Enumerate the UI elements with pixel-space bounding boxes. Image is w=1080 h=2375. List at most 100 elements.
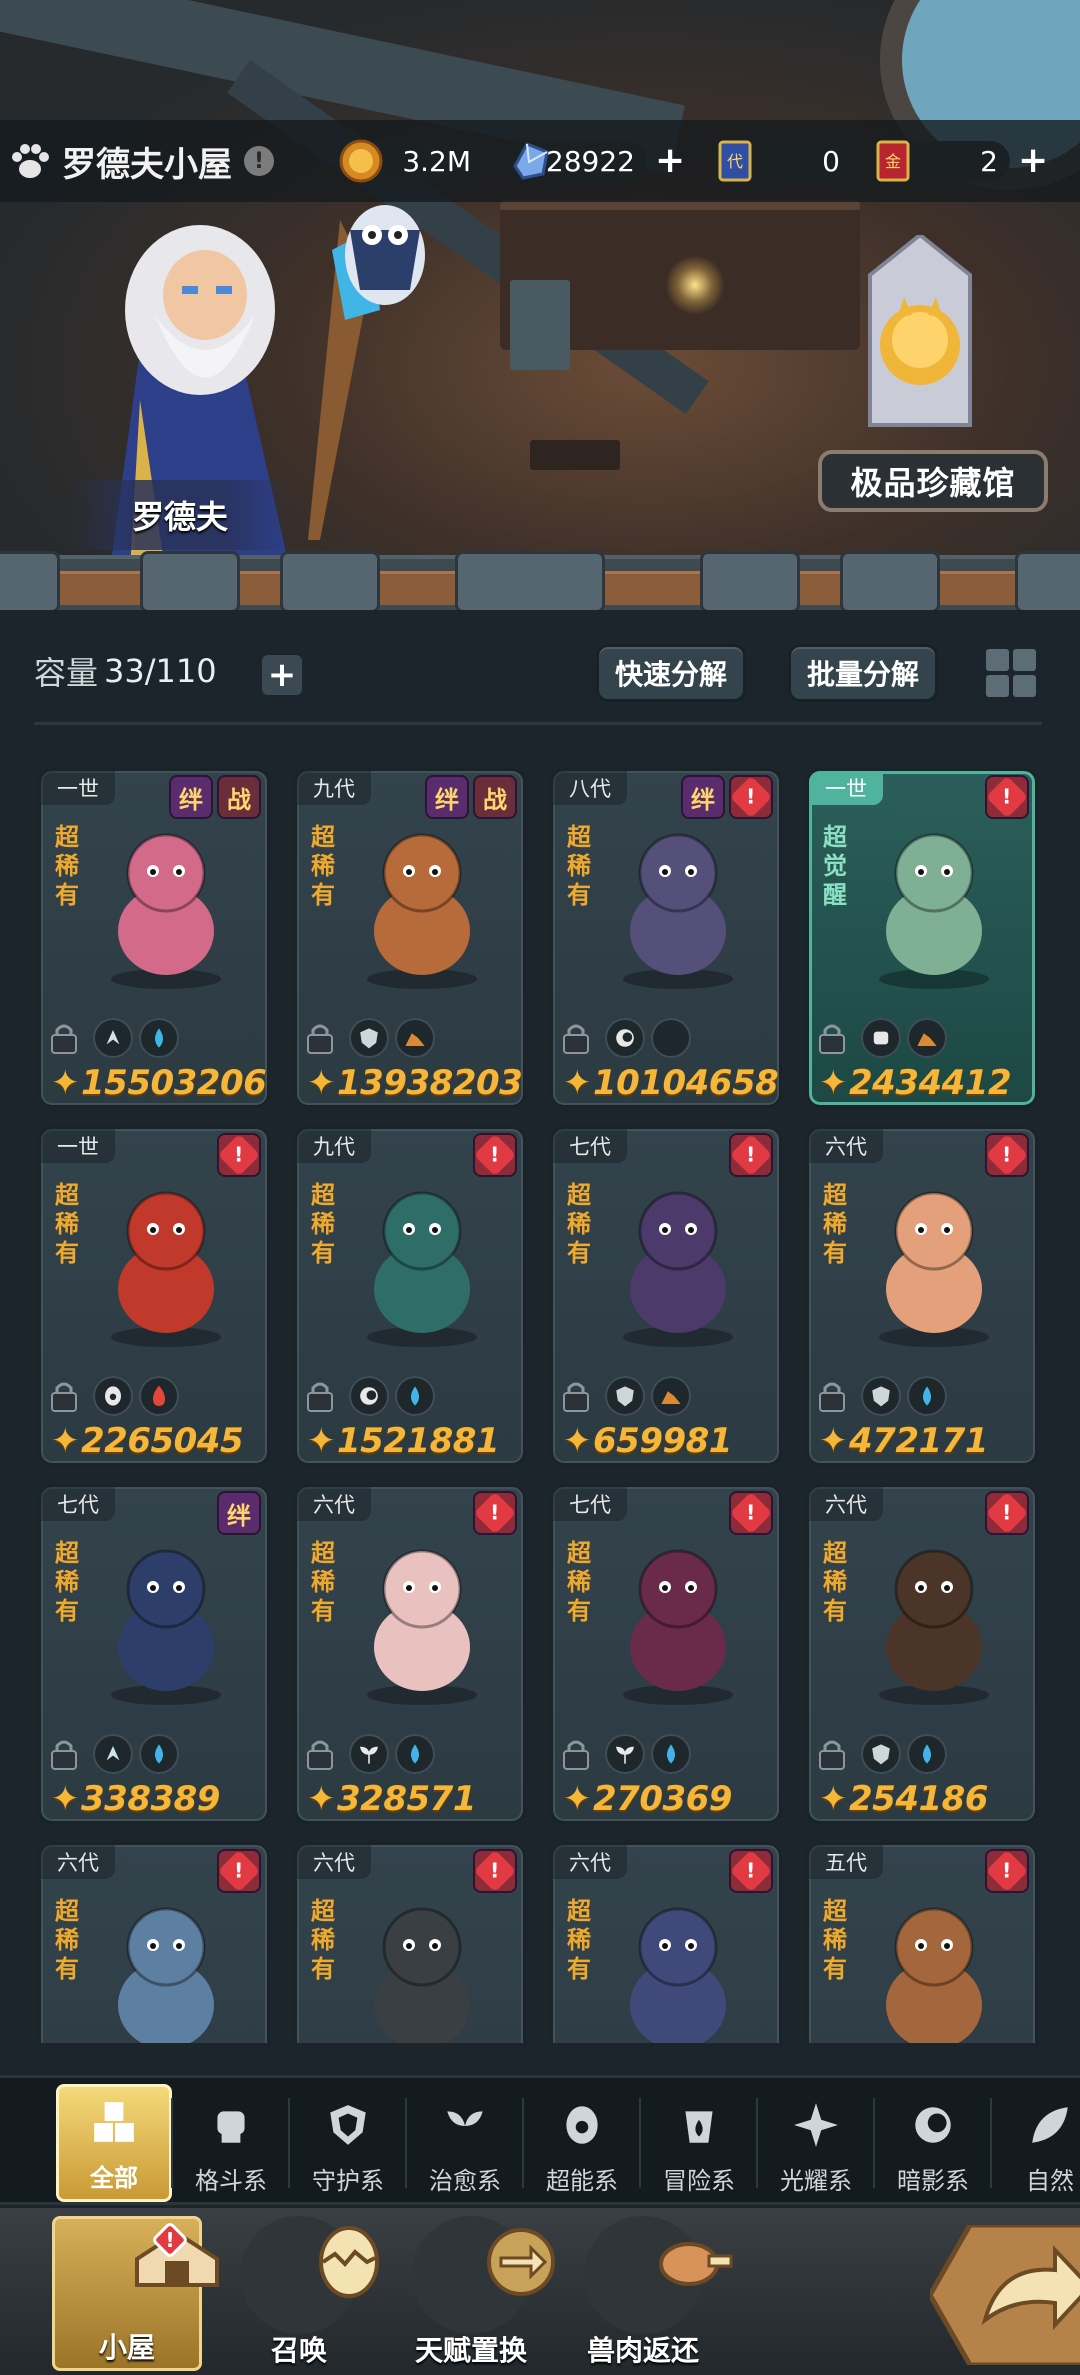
pet-card[interactable]: 六代 超稀有! ✦472171 bbox=[806, 1126, 1038, 1466]
pet-card[interactable]: 一世 超觉醒! ✦2434412 bbox=[806, 768, 1038, 1108]
pet-power: ✦2434412 bbox=[819, 1063, 1035, 1103]
pet-card[interactable]: 六代 超稀有! ✦254186 bbox=[806, 1484, 1038, 1824]
pet-card[interactable]: 六代 超稀有! bbox=[38, 1842, 270, 2043]
category-tab[interactable]: 暗影系 bbox=[875, 2084, 991, 2202]
category-tab[interactable]: 超能系 bbox=[524, 2084, 640, 2202]
pet-portrait bbox=[623, 833, 733, 989]
ground-element-icon bbox=[651, 1376, 691, 1416]
lock-icon[interactable] bbox=[561, 1021, 591, 1055]
grid-view-toggle[interactable] bbox=[982, 645, 1040, 701]
pet-power: ✦328571 bbox=[307, 1779, 523, 1819]
lock-icon[interactable] bbox=[305, 1021, 335, 1055]
category-tab[interactable]: 光耀系 bbox=[758, 2084, 874, 2202]
collection-hall-button[interactable]: 极品珍藏馆 bbox=[818, 450, 1048, 512]
pet-card[interactable]: 六代 超稀有! bbox=[294, 1842, 526, 2043]
psychic-icon bbox=[558, 2101, 606, 2161]
nav-item[interactable]: 天赋置换 bbox=[396, 2216, 555, 2371]
lock-icon[interactable] bbox=[817, 1737, 847, 1771]
candle bbox=[665, 255, 725, 315]
pet-info-row bbox=[49, 1375, 265, 1417]
power-icon: ✦ bbox=[563, 1421, 592, 1461]
lock-icon[interactable] bbox=[817, 1379, 847, 1413]
lock-icon[interactable] bbox=[561, 1737, 591, 1771]
water-element-icon bbox=[395, 1734, 435, 1774]
pet-card[interactable]: 七代 超稀有! ✦659981 bbox=[550, 1126, 782, 1466]
pet-generation: 九代 bbox=[297, 1129, 371, 1163]
pet-power: ✦254186 bbox=[819, 1779, 1035, 1819]
pet-power-value: 472171 bbox=[849, 1421, 988, 1461]
pet-info-row bbox=[305, 1375, 521, 1417]
lock-icon[interactable] bbox=[49, 1737, 79, 1771]
pet-generation: 六代 bbox=[553, 1845, 627, 1879]
crystal-plus-button[interactable]: + bbox=[655, 143, 685, 179]
pet-info-row bbox=[49, 1733, 265, 1775]
leaf-icon bbox=[1026, 2101, 1074, 2161]
dai-ticket-icon: 代 bbox=[718, 140, 752, 182]
rail-block bbox=[140, 551, 240, 610]
category-tab[interactable]: 治愈系 bbox=[407, 2084, 523, 2202]
category-tab[interactable]: 全部 bbox=[56, 2084, 172, 2202]
fight-element-icon bbox=[93, 1018, 133, 1058]
water-element-icon bbox=[907, 1734, 947, 1774]
category-tab[interactable]: 守护系 bbox=[290, 2084, 406, 2202]
pet-rarity: 超稀有 bbox=[311, 1181, 335, 1267]
quick-decompose-button[interactable]: 快速分解 bbox=[596, 644, 746, 702]
pet-card[interactable]: 九代 超稀有绊战 ✦13938203 bbox=[294, 768, 526, 1108]
owl bbox=[345, 205, 425, 305]
pet-card[interactable]: 七代 超稀有! ✦270369 bbox=[550, 1484, 782, 1824]
pet-rarity: 超觉醒 bbox=[823, 823, 847, 909]
crystal-counter: 28922 + bbox=[507, 136, 687, 186]
rail-block bbox=[1015, 551, 1080, 610]
pet-rarity: 超稀有 bbox=[55, 1539, 79, 1625]
jin-ticket-plus-button[interactable]: + bbox=[1018, 143, 1048, 179]
tab-separator bbox=[639, 2098, 641, 2188]
pet-card[interactable]: 一世 超稀有绊战 ✦15503206 bbox=[38, 768, 270, 1108]
stone-rail bbox=[0, 551, 1080, 610]
pet-generation: 六代 bbox=[809, 1129, 883, 1163]
category-label: 守护系 bbox=[312, 2167, 384, 2195]
nav-item[interactable]: 兽肉返还 bbox=[568, 2216, 733, 2371]
pet-card[interactable]: 八代 超稀有绊! ✦10104658 bbox=[550, 768, 782, 1108]
category-tab[interactable]: 冒险系 bbox=[641, 2084, 757, 2202]
pet-card[interactable]: 六代 超稀有! bbox=[550, 1842, 782, 2043]
info-button[interactable]: ! bbox=[244, 146, 274, 176]
pet-info-row bbox=[817, 1375, 1033, 1417]
pet-rarity: 超稀有 bbox=[311, 1539, 335, 1625]
category-tab[interactable]: 自然 bbox=[992, 2084, 1080, 2202]
guard-element-icon bbox=[861, 1734, 901, 1774]
pet-portrait bbox=[879, 1191, 989, 1347]
star-icon bbox=[792, 2101, 840, 2161]
category-label: 格斗系 bbox=[195, 2167, 267, 2195]
lock-icon[interactable] bbox=[561, 1379, 591, 1413]
jin-ticket-counter: 2 + 金 bbox=[870, 136, 1055, 186]
power-icon: ✦ bbox=[819, 1779, 848, 1819]
guard-element-icon bbox=[349, 1018, 389, 1058]
pet-portrait bbox=[879, 833, 989, 989]
category-tab[interactable]: 格斗系 bbox=[173, 2084, 289, 2202]
lock-icon[interactable] bbox=[49, 1379, 79, 1413]
batch-decompose-button[interactable]: 批量分解 bbox=[788, 644, 938, 702]
lock-icon[interactable] bbox=[305, 1379, 335, 1413]
pet-card[interactable]: 六代 超稀有! ✦328571 bbox=[294, 1484, 526, 1824]
fight-element-icon bbox=[93, 1734, 133, 1774]
lock-icon[interactable] bbox=[49, 1021, 79, 1055]
expand-capacity-button[interactable]: + bbox=[262, 655, 302, 695]
pet-info-row bbox=[817, 1017, 1033, 1059]
house-scene: 罗德夫 极品珍藏馆 bbox=[0, 0, 1080, 610]
lock-icon[interactable] bbox=[305, 1737, 335, 1771]
go-arrow-button[interactable] bbox=[930, 2225, 1080, 2365]
shield-icon bbox=[324, 2101, 372, 2161]
power-icon: ✦ bbox=[307, 1063, 336, 1103]
psychic-element-icon bbox=[93, 1376, 133, 1416]
house-title-text: 罗德夫小屋 bbox=[62, 144, 232, 185]
pet-card[interactable]: 一世 超稀有! ✦2265045 bbox=[38, 1126, 270, 1466]
grid-cell bbox=[986, 675, 1009, 697]
nav-item[interactable]: 召唤 bbox=[224, 2216, 379, 2371]
pet-portrait bbox=[886, 1907, 982, 2043]
lock-icon[interactable] bbox=[817, 1021, 847, 1055]
pet-card[interactable]: 七代 超稀有绊 ✦338389 bbox=[38, 1484, 270, 1824]
pet-card[interactable]: 九代 超稀有! ✦1521881 bbox=[294, 1126, 526, 1466]
pet-card[interactable]: 五代 超稀有! bbox=[806, 1842, 1038, 2043]
power-icon: ✦ bbox=[51, 1779, 80, 1819]
pet-power: ✦13938203 bbox=[307, 1063, 523, 1103]
